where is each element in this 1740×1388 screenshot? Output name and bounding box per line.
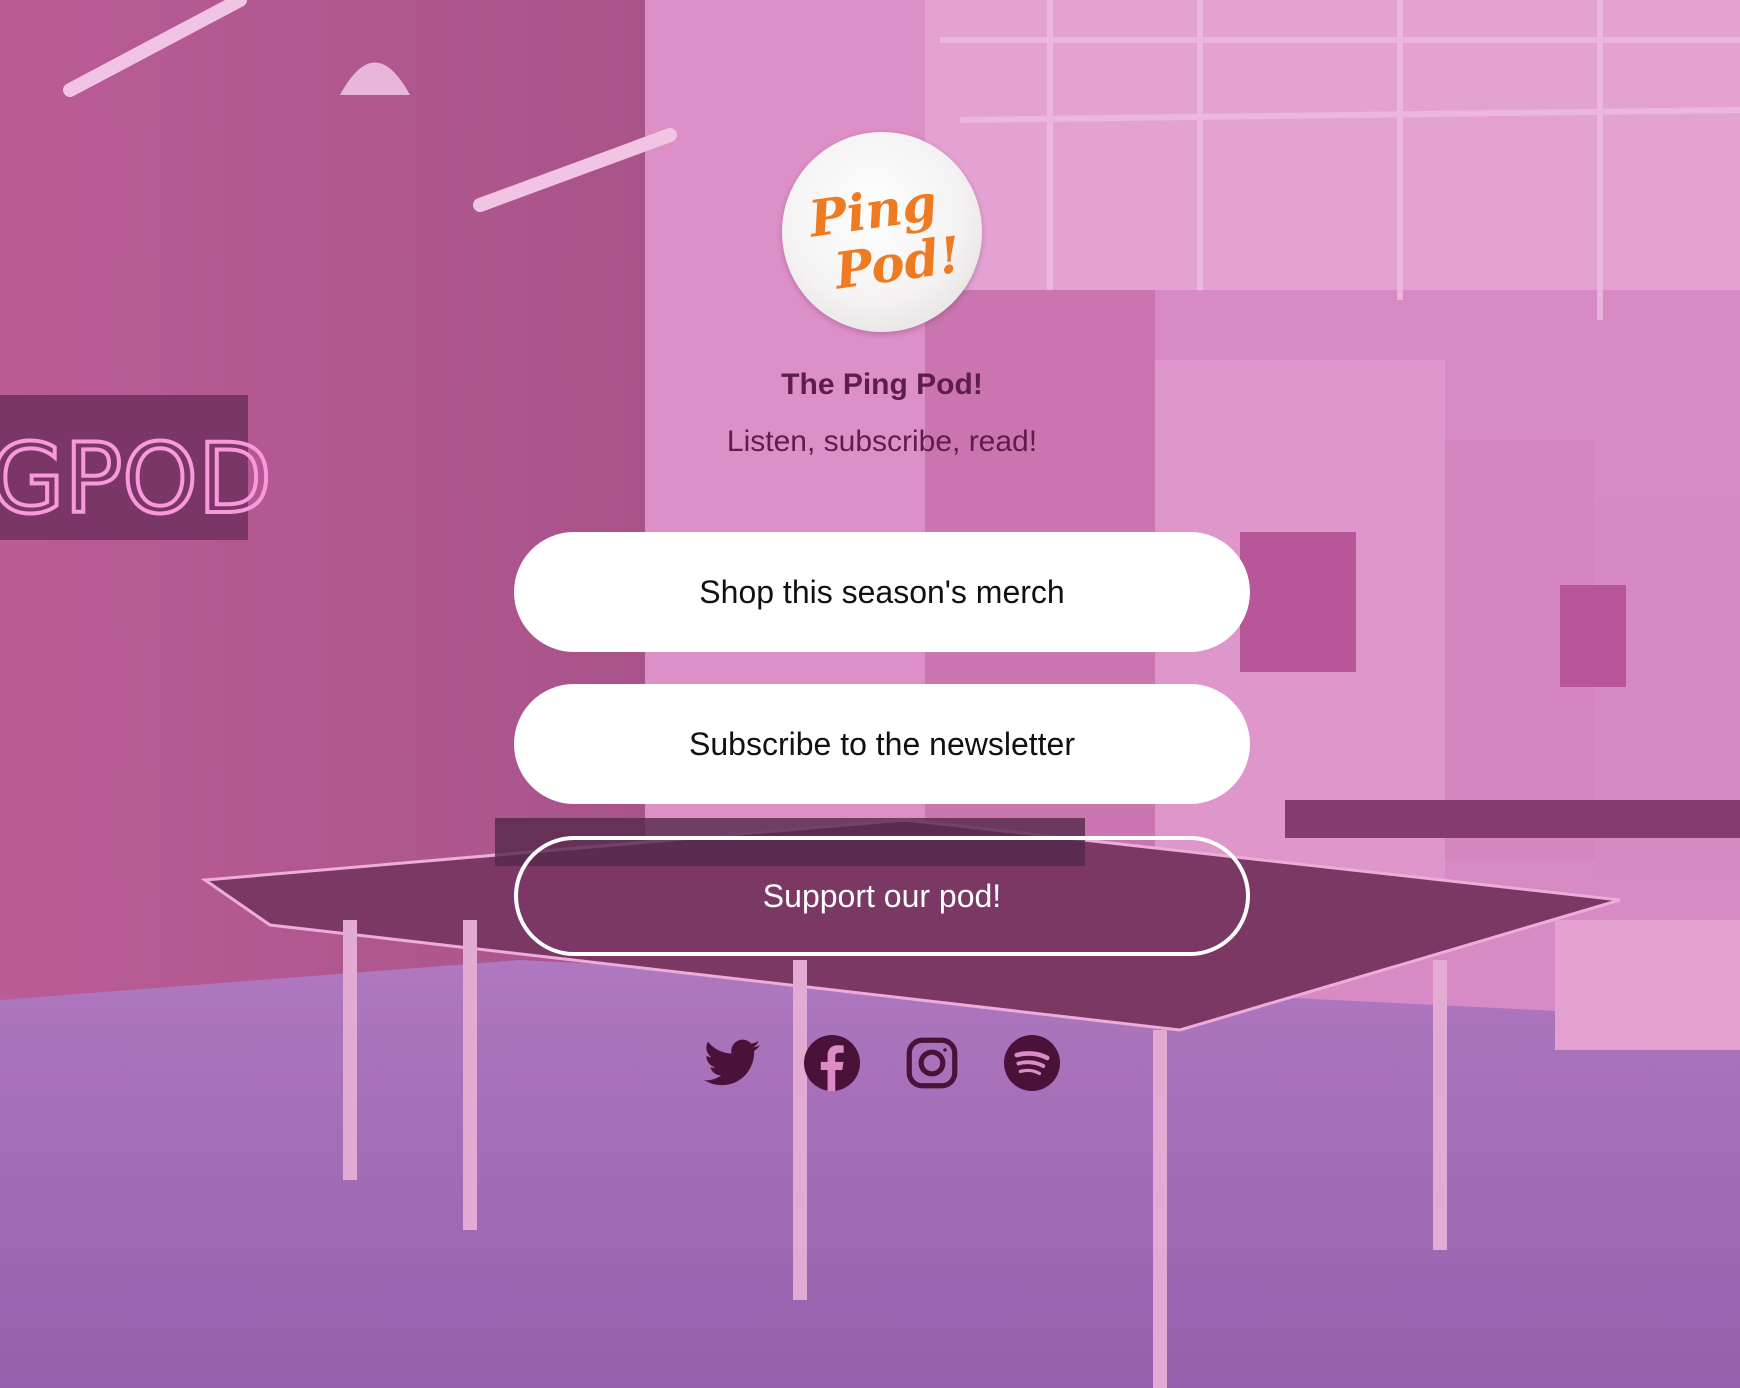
profile-bio: Listen, subscribe, read! <box>726 425 1038 458</box>
instagram-icon[interactable] <box>904 1035 960 1091</box>
support-pod-button[interactable]: Support our pod! <box>514 836 1250 956</box>
facebook-icon[interactable] <box>804 1035 860 1091</box>
spotify-icon[interactable] <box>1004 1035 1060 1091</box>
newsletter-button[interactable]: Subscribe to the newsletter <box>514 684 1250 804</box>
shop-merch-button[interactable]: Shop this season's merch <box>514 532 1250 652</box>
link-page: Ping Pod! The Ping Pod! Listen, subscrib… <box>0 0 1740 1388</box>
profile-logo: Ping Pod! <box>782 132 982 332</box>
profile-name: The Ping Pod! <box>781 368 983 401</box>
social-links <box>0 1035 1740 1091</box>
ping-pod-logo-icon: Ping Pod! <box>803 172 964 300</box>
twitter-icon[interactable] <box>704 1035 760 1091</box>
